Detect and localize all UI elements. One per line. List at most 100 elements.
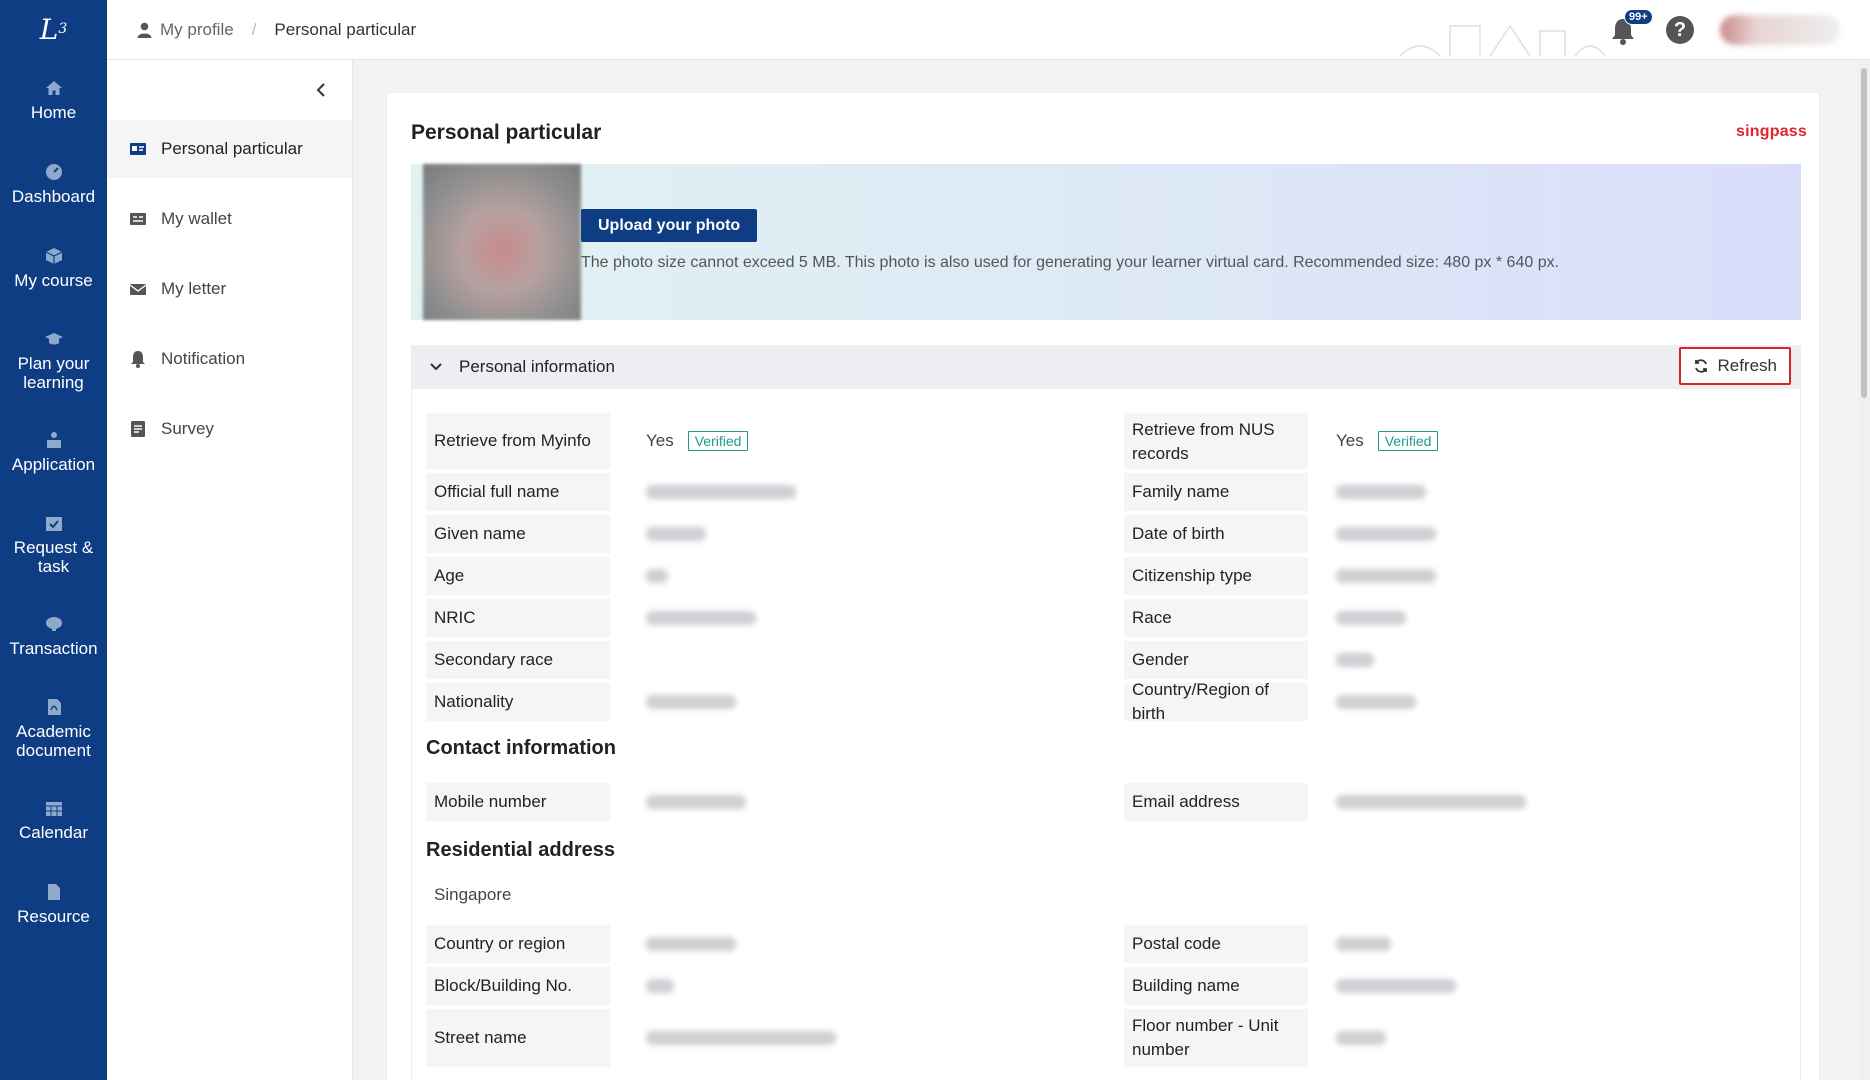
help-button[interactable]: ? — [1666, 16, 1694, 44]
breadcrumb-home-label: My profile — [160, 19, 234, 39]
personal-information-header[interactable]: Personal information Refresh — [411, 345, 1801, 389]
user-avatar[interactable] — [1720, 15, 1840, 45]
field-label: Floor number - Unit number — [1124, 1009, 1308, 1067]
nav-item-resource[interactable]: Resource — [0, 862, 107, 946]
nav-item-dashboard[interactable]: Dashboard — [0, 142, 107, 226]
nav-item-home[interactable]: Home — [0, 58, 107, 142]
nav-label-academic-document: Academic document — [16, 721, 91, 760]
address-country-text: Singapore — [434, 885, 512, 904]
breadcrumb-separator: / — [251, 19, 257, 39]
field-label: Building name — [1124, 967, 1308, 1005]
dashboard-icon — [45, 164, 62, 180]
nav-item-transaction[interactable]: Transaction — [0, 594, 107, 678]
calendar-icon — [45, 802, 62, 816]
refresh-icon — [1695, 359, 1708, 373]
nav-label-calendar: Calendar — [19, 823, 88, 842]
pdf-file-icon — [47, 698, 61, 715]
singpass-logo: singpass — [1736, 123, 1807, 140]
field-value-redacted — [1336, 925, 1391, 963]
breadcrumb-home[interactable]: My profile — [137, 20, 234, 40]
nav-label-dashboard: Dashboard — [11, 187, 96, 206]
top-header: My profile / Personal particular 99+ ? — [107, 0, 1870, 60]
personal-particular-card: Personal particular singpass Upload your… — [386, 92, 1820, 1080]
graduation-cap-icon — [44, 332, 63, 344]
profile-photo — [423, 164, 581, 320]
field-label-nus-records: Retrieve from NUS records — [1124, 413, 1308, 469]
survey-icon — [131, 421, 145, 437]
field-label: Country/Region of birth — [1124, 680, 1308, 723]
breadcrumb: My profile / Personal particular — [107, 20, 416, 40]
page-title: Personal particular — [411, 121, 602, 144]
field-label-myinfo: Retrieve from Myinfo — [426, 413, 610, 469]
field-label: Email address — [1124, 783, 1308, 821]
field-value-redacted — [646, 925, 736, 963]
nav-item-request-task[interactable]: Request & task — [0, 494, 107, 594]
field-label: Official full name — [426, 473, 610, 511]
nav-label-my-course: My course — [14, 271, 93, 290]
refresh-label: Refresh — [1717, 356, 1777, 375]
subnav-label: Notification — [161, 349, 246, 368]
refresh-button[interactable]: Refresh — [1679, 347, 1791, 385]
field-value-redacted — [1336, 641, 1374, 679]
question-icon: ? — [1673, 18, 1687, 41]
field-label: Citizenship type — [1124, 557, 1308, 595]
subnav-item-my-wallet[interactable]: My wallet — [107, 190, 352, 248]
transaction-icon — [45, 617, 62, 631]
field-value-redacted — [1336, 783, 1526, 821]
field-label: Race — [1124, 599, 1308, 637]
field-label: Street name — [426, 1009, 610, 1067]
page-scrollbar[interactable] — [1858, 60, 1870, 1080]
nav-item-my-course[interactable]: My course — [0, 226, 107, 310]
subnav-item-survey[interactable]: Survey — [107, 400, 352, 458]
chevron-left-icon — [316, 83, 325, 97]
nav-item-calendar[interactable]: Calendar — [0, 778, 107, 862]
field-label: Gender — [1124, 641, 1308, 679]
subnav-item-notification[interactable]: Notification — [107, 330, 352, 388]
subnav-item-personal-particular[interactable]: Personal particular — [107, 120, 352, 178]
user-icon — [137, 22, 152, 38]
field-label: Age — [426, 557, 610, 595]
notification-badge: 99+ — [1624, 9, 1653, 25]
field-label: Mobile number — [426, 783, 610, 821]
nav-item-application[interactable]: Application — [0, 410, 107, 494]
nav-label-plan-learning: Plan your learning — [17, 353, 90, 392]
field-value-redacted — [1336, 1009, 1386, 1067]
verified-badge: Verified — [1377, 431, 1439, 451]
field-value-redacted — [646, 783, 746, 821]
upload-photo-button[interactable]: Upload your photo — [581, 209, 758, 242]
subnav-label: Survey — [161, 419, 214, 438]
calendar-check-icon — [45, 516, 62, 531]
nav-item-plan-learning[interactable]: Plan your learning — [0, 310, 107, 410]
scrollbar-thumb[interactable] — [1861, 68, 1867, 398]
section-title: Personal information — [459, 357, 615, 376]
bell-icon — [131, 351, 145, 368]
notification-button[interactable]: 99+ — [1610, 9, 1653, 45]
collapse-button[interactable] — [107, 60, 352, 120]
profile-subnav: Personal particular My wallet My letter … — [107, 60, 353, 1080]
subnav-item-my-letter[interactable]: My letter — [107, 260, 352, 318]
field-value-myinfo: Yes Verified — [646, 413, 749, 469]
field-value-nus-records: Yes Verified — [1336, 413, 1439, 469]
nav-label-transaction: Transaction — [9, 639, 98, 658]
field-value-redacted — [1336, 557, 1436, 595]
field-label: Nationality — [426, 683, 610, 721]
field-value-redacted — [646, 683, 736, 721]
subnav-label: My letter — [161, 279, 227, 298]
nav-label-resource: Resource — [17, 907, 90, 926]
app-logo[interactable]: L3 — [0, 0, 107, 58]
nav-item-academic-document[interactable]: Academic document — [0, 678, 107, 778]
field-value-redacted — [1336, 473, 1426, 511]
nav-label-home: Home — [30, 103, 77, 122]
file-icon — [47, 884, 60, 900]
application-icon — [46, 432, 61, 448]
residential-address-title: Residential address — [426, 839, 615, 861]
field-label: Postal code — [1124, 925, 1308, 963]
subnav-label: My wallet — [161, 209, 232, 228]
field-value-redacted — [646, 1009, 836, 1067]
myinfo-value: Yes — [646, 431, 674, 450]
home-icon — [45, 81, 62, 95]
header-actions: 99+ ? — [1610, 0, 1840, 60]
field-label: Date of birth — [1124, 515, 1308, 553]
photo-banner: Upload your photo The photo size cannot … — [411, 164, 1801, 320]
field-label: Secondary race — [426, 641, 610, 679]
